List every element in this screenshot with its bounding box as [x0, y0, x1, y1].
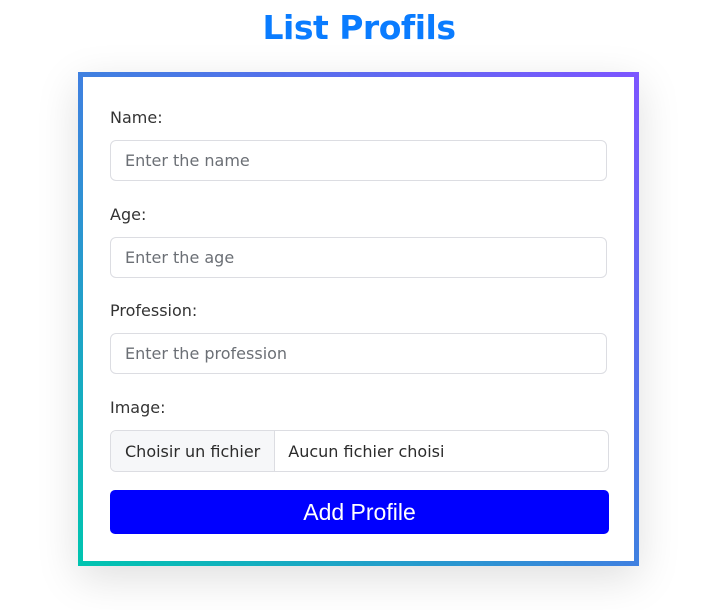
image-file-input[interactable]: Choisir un fichier Aucun fichier choisi [110, 430, 609, 472]
image-label: Image: [110, 398, 166, 417]
name-input[interactable] [110, 140, 607, 181]
profession-input[interactable] [110, 333, 607, 374]
name-label: Name: [110, 108, 163, 127]
add-profile-button[interactable]: Add Profile [110, 490, 609, 534]
age-input[interactable] [110, 237, 607, 278]
page-title: List Profils [262, 8, 457, 47]
age-label: Age: [110, 205, 147, 224]
profession-label: Profession: [110, 301, 198, 320]
choose-file-button[interactable]: Choisir un fichier [111, 431, 276, 471]
profile-form-card: Name: Age: Profession: Image: Choisir un… [78, 72, 639, 566]
file-status: Aucun fichier choisi [288, 441, 445, 461]
